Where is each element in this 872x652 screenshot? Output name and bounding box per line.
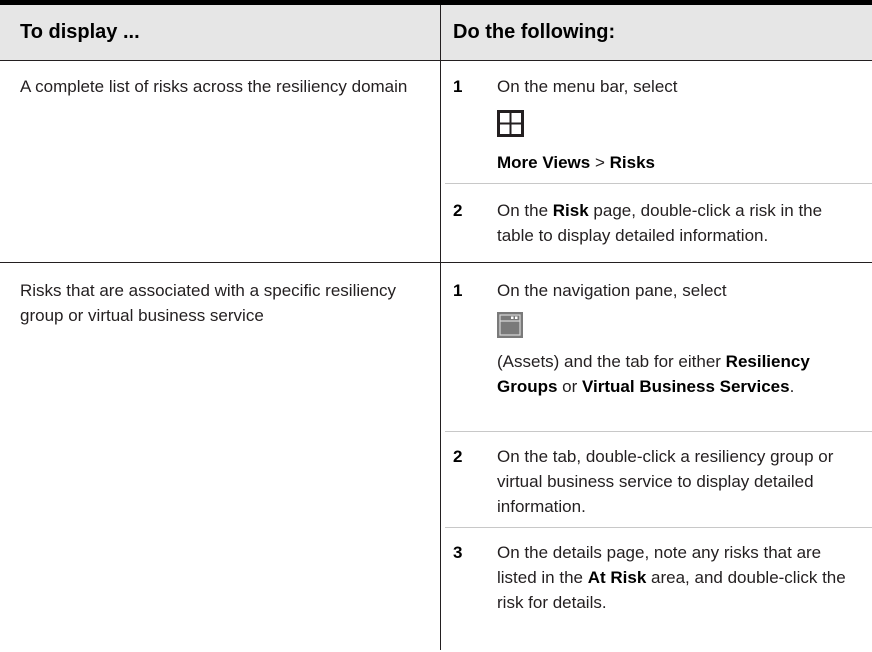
row-1-step-1-menu-path: More Views > Risks <box>497 150 857 175</box>
virtual-business-services-label: Virtual Business Services <box>582 377 790 396</box>
risk-page-label: Risk <box>552 201 589 220</box>
header-bottom-rule <box>0 60 872 61</box>
step-separator <box>445 431 872 432</box>
grid-icon <box>497 110 524 137</box>
at-risk-label: At Risk <box>587 568 647 587</box>
step-separator <box>445 183 872 184</box>
text-run: On the <box>497 201 553 220</box>
menu-path-separator: > <box>590 153 610 172</box>
table-header: To display ... Do the following: <box>0 5 872 60</box>
row-1-step-2-text: On the Risk page, double-click a risk in… <box>497 198 857 248</box>
text-run: . <box>789 377 795 396</box>
step-separator <box>445 527 872 528</box>
menu-more-views: More Views <box>497 153 591 172</box>
row-2-step-1-number: 1 <box>453 281 463 300</box>
assets-panel-icon <box>497 312 523 338</box>
row-2-step-1-detail: (Assets) and the tab for either Resilien… <box>497 349 857 399</box>
row-1-display-text: A complete list of risks across the resi… <box>20 77 408 96</box>
column-divider <box>440 5 441 650</box>
row-1-step-2-number: 2 <box>453 201 463 220</box>
menu-risks: Risks <box>609 153 655 172</box>
row-separator <box>0 262 872 263</box>
row-1-step-1-text: On the menu bar, select <box>497 77 678 96</box>
text-run: or <box>557 377 583 396</box>
row-2-step-2-number: 2 <box>453 447 463 466</box>
row-2-step-2-text: On the tab, double-click a resiliency gr… <box>497 447 834 516</box>
text-run: (Assets) and the tab for either <box>497 352 726 371</box>
row-2-step-3-text: On the details page, note any risks that… <box>497 540 857 615</box>
header-to-display: To display ... <box>20 21 140 43</box>
row-2-display-text: Risks that are associated with a specifi… <box>20 281 397 325</box>
header-do-following: Do the following: <box>453 21 616 43</box>
row-2-step-1-text: On the navigation pane, select <box>497 281 727 300</box>
row-2-step-3-number: 3 <box>453 543 463 562</box>
row-1-step-1-number: 1 <box>453 77 463 96</box>
